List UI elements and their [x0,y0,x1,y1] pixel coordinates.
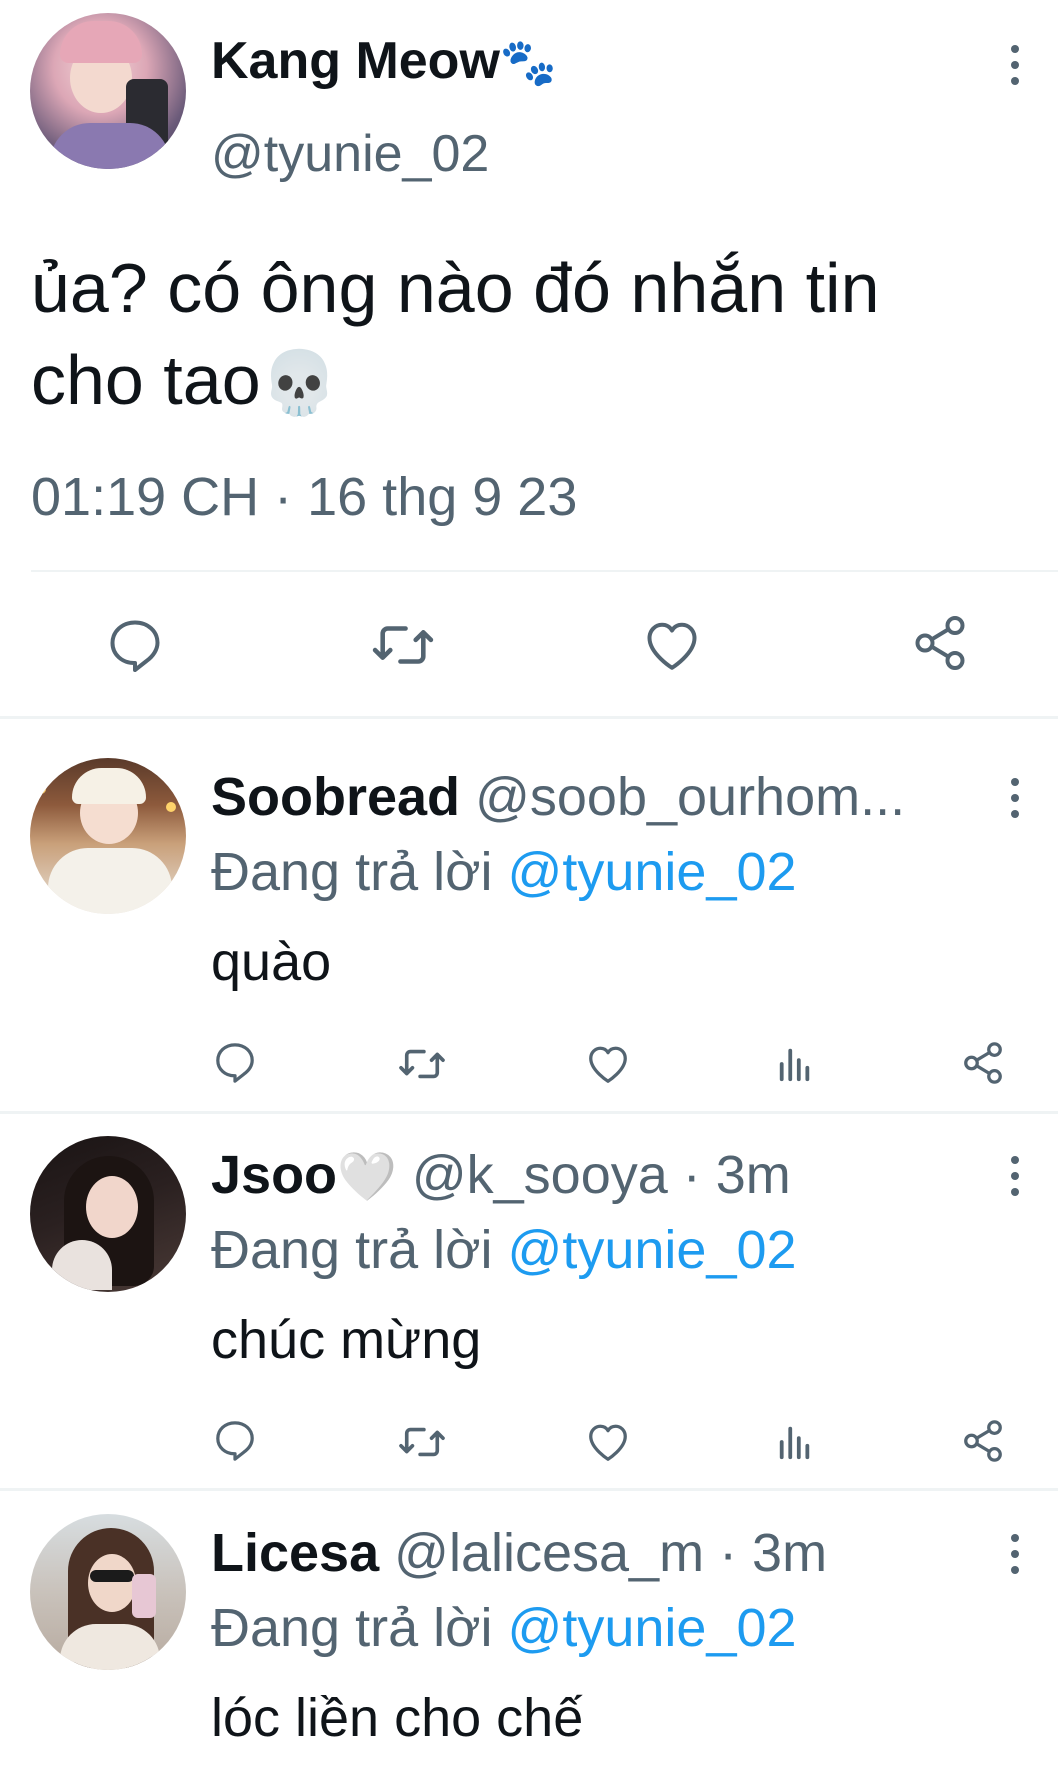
like-icon[interactable] [585,1419,631,1463]
replying-to-label: Đang trả lời [211,842,493,902]
retweet-icon[interactable] [396,1043,448,1085]
display-name[interactable]: Kang Meow [211,32,500,90]
divider [0,716,1058,719]
tweet-text-line2: cho tao [31,341,261,419]
replying-to-link[interactable]: @tyunie_02 [508,1220,797,1280]
white-heart-emoji: 🤍 [337,1151,397,1204]
more-options-icon[interactable] [1006,1156,1022,1196]
reply-text: quào [211,932,332,992]
reply-icon[interactable] [212,1041,258,1083]
views-icon[interactable] [775,1423,815,1461]
paw-emoji: 🐾 [499,36,558,88]
share-icon[interactable] [960,1418,1006,1464]
more-options-icon[interactable] [1006,778,1022,818]
handle[interactable]: @tyunie_02 [211,124,489,184]
retweet-icon[interactable] [370,617,436,673]
more-options-icon[interactable] [1006,45,1022,85]
skull-emoji: 💀 [260,349,338,418]
like-icon[interactable] [642,615,702,673]
reply-icon[interactable] [105,617,165,673]
display-name[interactable]: Jsoo [211,1145,337,1205]
replying-to-link[interactable]: @tyunie_02 [508,842,797,902]
more-options-icon[interactable] [1006,1534,1022,1574]
tweet-text-line1: ủa? có ông nào đó nhắn tin [31,249,880,327]
divider [0,1488,1058,1491]
avatar[interactable] [30,13,186,169]
share-icon[interactable] [960,1040,1006,1086]
avatar[interactable] [30,1514,186,1670]
reply-icon[interactable] [212,1419,258,1461]
avatar[interactable] [30,1136,186,1292]
replying-to-label: Đang trả lời [211,1220,493,1280]
display-name[interactable]: Soobread [211,767,460,827]
handle[interactable]: @soob_ourhom... [475,767,905,827]
avatar[interactable] [30,758,186,914]
retweet-icon[interactable] [396,1421,448,1463]
divider [31,570,1058,572]
replying-to-link[interactable]: @tyunie_02 [508,1598,797,1658]
tweet-text: ủa? có ông nào đó nhắn tin cho tao💀 [31,242,880,430]
display-name[interactable]: Licesa [211,1523,379,1583]
divider [0,1111,1058,1114]
reply-text: lóc liền cho chế [211,1688,584,1748]
reply-text: chúc mừng [211,1310,482,1370]
handle[interactable]: @k_sooya · 3m [412,1145,791,1205]
views-icon[interactable] [775,1045,815,1083]
timestamp[interactable]: 01:19 CH · 16 thg 9 23 [31,465,577,529]
share-icon[interactable] [910,613,970,673]
handle[interactable]: @lalicesa_m · 3m [394,1523,827,1583]
like-icon[interactable] [585,1041,631,1085]
replying-to-label: Đang trả lời [211,1598,493,1658]
